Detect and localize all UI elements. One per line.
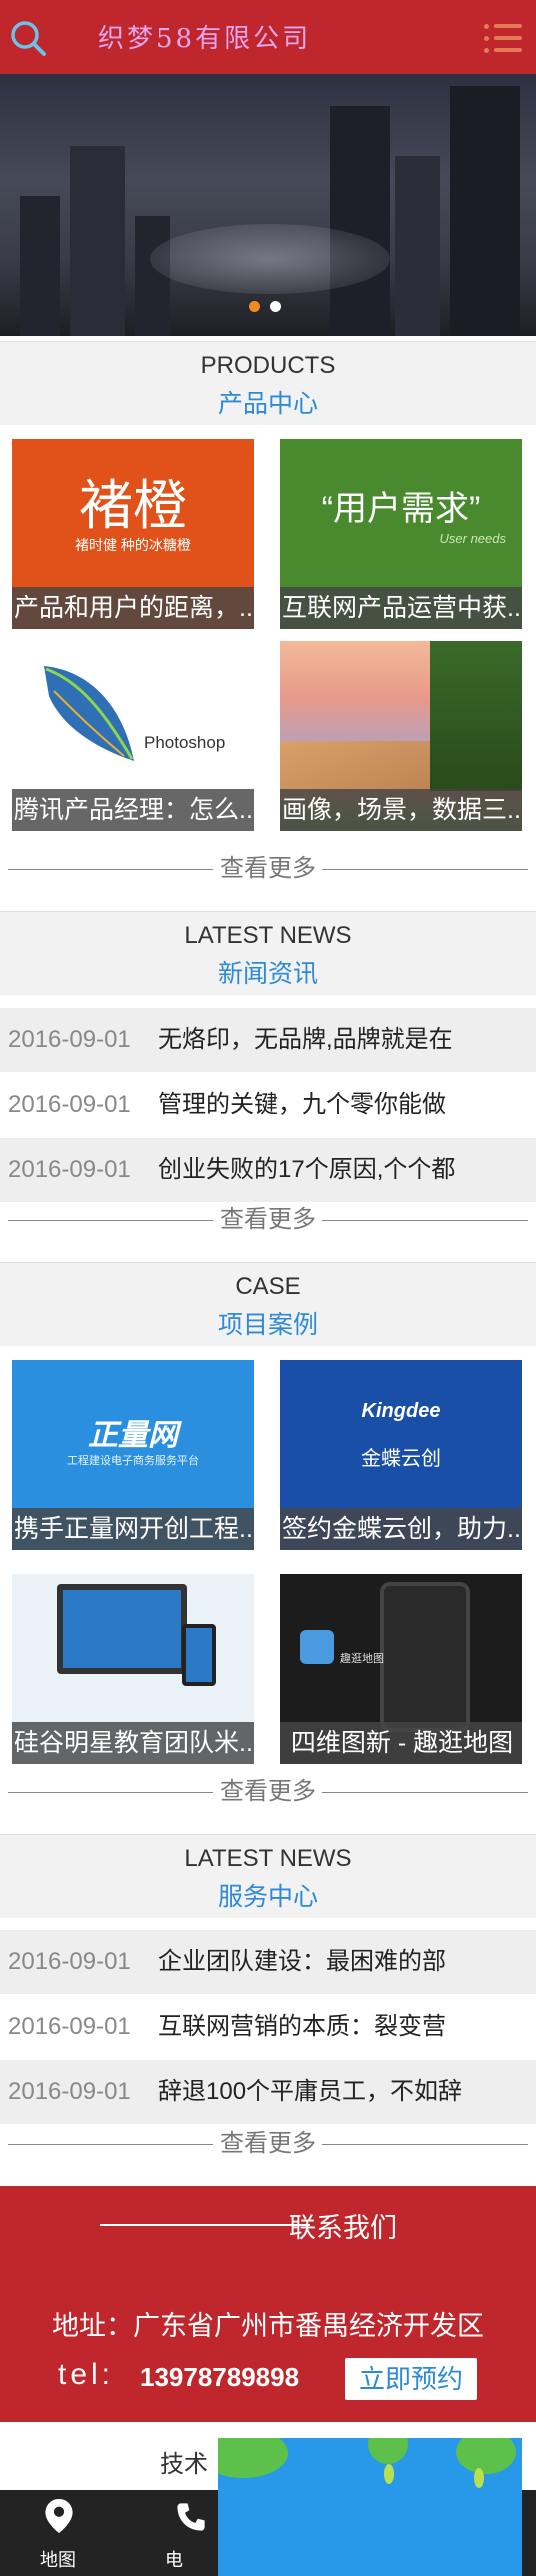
service-section-header: LATEST NEWS 服务中心 xyxy=(0,1834,536,1918)
card-image-text: “用户需求” xyxy=(321,490,481,528)
card-caption: 互联网产品运营中获... xyxy=(280,587,522,629)
hero-banner[interactable] xyxy=(0,74,536,336)
section-title-cn: 产品中心 xyxy=(217,390,318,418)
contact-title: 联系我们 xyxy=(0,2206,536,2245)
section-title-en: PRODUCTS xyxy=(200,352,336,379)
site-logo[interactable]: 织梦58有限公司 xyxy=(98,18,311,55)
card-image-text: Photoshop xyxy=(144,733,226,752)
nav-label: 电 xyxy=(165,2550,183,2570)
card-caption: 画像，场景，数据三... xyxy=(280,789,522,831)
card-image-subtext: 褚时健 种的冰糖橙 xyxy=(75,537,191,553)
more-link[interactable]: 查看更多 xyxy=(0,853,536,885)
case-section-header: CASE 项目案例 xyxy=(0,1262,536,1346)
phone-image xyxy=(380,1582,470,1732)
more-link[interactable]: 查看更多 xyxy=(0,1776,536,1808)
section-title-cn: 新闻资讯 xyxy=(217,960,318,988)
products-section-header: PRODUCTS 产品中心 xyxy=(0,341,536,425)
service-row[interactable]: 2016-09-01 企业团队建设：最困难的部 xyxy=(0,1930,536,1994)
popup-image[interactable] xyxy=(218,2438,522,2576)
card-caption: 签约金蝶云创，助力... xyxy=(280,1508,522,1550)
product-card[interactable]: Photoshop 腾讯产品经理：怎么... xyxy=(12,641,254,831)
feather-icon xyxy=(44,666,134,761)
case-card[interactable]: Kingdee 金蝶云创 签约金蝶云创，助力... xyxy=(280,1360,522,1550)
phone-icon xyxy=(177,2503,205,2531)
news-row[interactable]: 2016-09-01 无烙印，无品牌,品牌就是在 xyxy=(0,1008,536,1072)
news-date: 2016-09-01 xyxy=(8,1156,131,1183)
product-card[interactable]: 褚橙 褚时健 种的冰糖橙 产品和用户的距离，... xyxy=(12,439,254,629)
card-caption: 产品和用户的距离，... xyxy=(12,587,254,629)
card-caption: 携手正量网开创工程... xyxy=(12,1508,254,1550)
card-image-subtext: 工程建设电子商务服务平台 xyxy=(67,1455,199,1467)
product-card[interactable]: 画像，场景，数据三... xyxy=(280,641,522,831)
news-date: 2016-09-01 xyxy=(8,1948,131,1975)
news-section-header: LATEST NEWS 新闻资讯 xyxy=(0,911,536,995)
news-date: 2016-09-01 xyxy=(8,2013,131,2040)
news-title[interactable]: 创业失败的17个原因,个个都 xyxy=(158,1138,455,1202)
card-image-subtext: 金蝶云创 xyxy=(361,1448,441,1470)
news-title[interactable]: 企业团队建设：最困难的部 xyxy=(158,1930,446,1994)
card-image-text: 正量网 xyxy=(88,1419,178,1452)
book-now-button[interactable]: 立即预约 xyxy=(345,2358,477,2400)
tech-support-text: 技术 xyxy=(160,2451,208,2478)
more-link[interactable]: 查看更多 xyxy=(0,1204,536,1236)
service-more[interactable]: 查看更多 xyxy=(0,2128,536,2160)
news-date: 2016-09-01 xyxy=(8,2078,131,2105)
more-link[interactable]: 查看更多 xyxy=(0,2128,536,2160)
product-card[interactable]: “用户需求” User needs 互联网产品运营中获... xyxy=(280,439,522,629)
news-title[interactable]: 辞退100个平庸员工，不如辞 xyxy=(158,2060,462,2124)
section-title-en: LATEST NEWS xyxy=(184,1845,352,1872)
products-more[interactable]: 查看更多 xyxy=(0,853,536,885)
news-title[interactable]: 无烙印，无品牌,品牌就是在 xyxy=(158,1008,453,1072)
card-image-text: 趣逛地图 xyxy=(340,1653,384,1665)
carousel-dot[interactable] xyxy=(249,301,260,312)
app-header: 织梦58有限公司 xyxy=(0,0,536,74)
case-more[interactable]: 查看更多 xyxy=(0,1776,536,1808)
news-date: 2016-09-01 xyxy=(8,1091,131,1118)
case-card[interactable]: 趣逛地图 四维图新 - 趣逛地图 xyxy=(280,1574,522,1764)
map-app-icon xyxy=(300,1630,334,1664)
service-row[interactable]: 2016-09-01 辞退100个平庸员工，不如辞 xyxy=(0,2060,536,2124)
card-caption: 四维图新 - 趣逛地图 xyxy=(280,1722,522,1764)
case-card[interactable]: 硅谷明星教育团队米... xyxy=(12,1574,254,1764)
news-row[interactable]: 2016-09-01 创业失败的17个原因,个个都 xyxy=(0,1138,536,1202)
news-date: 2016-09-01 xyxy=(8,1026,131,1053)
nav-label: 地图 xyxy=(40,2550,76,2570)
contact-address: 地址：广东省广州市番禺经济开发区 xyxy=(52,2311,484,2341)
section-title-cn: 服务中心 xyxy=(217,1883,318,1911)
card-image-subtext: User needs xyxy=(439,531,506,546)
news-row[interactable]: 2016-09-01 管理的关键，九个零你能做 xyxy=(0,1073,536,1137)
nav-map[interactable]: 地图 xyxy=(8,2490,108,2576)
section-title-en: LATEST NEWS xyxy=(184,922,352,949)
carousel-dot[interactable] xyxy=(270,301,281,312)
contact-section: 联系我们 地址：广东省广州市番禺经济开发区 tel: 13978789898 立… xyxy=(0,2186,536,2422)
contact-title-text: 联系我们 xyxy=(289,2213,397,2243)
monitor-image xyxy=(57,1584,187,1674)
news-more[interactable]: 查看更多 xyxy=(0,1204,536,1236)
card-image-text: Kingdee xyxy=(361,1400,441,1422)
service-row[interactable]: 2016-09-01 互联网营销的本质：裂变营 xyxy=(0,1995,536,2059)
card-image-text: 褚橙 xyxy=(79,474,187,537)
section-title-en: CASE xyxy=(235,1273,301,1300)
phone-image xyxy=(182,1624,216,1686)
map-pin-icon xyxy=(45,2499,73,2533)
menu-icon[interactable] xyxy=(484,22,524,54)
nav-phone[interactable]: 电 xyxy=(140,2490,220,2576)
carousel-dots xyxy=(249,299,291,317)
search-icon[interactable] xyxy=(8,18,48,58)
tel-number[interactable]: 13978789898 xyxy=(140,2362,299,2393)
case-card[interactable]: 正量网 工程建设电子商务服务平台 携手正量网开创工程... xyxy=(12,1360,254,1550)
news-title[interactable]: 互联网营销的本质：裂变营 xyxy=(158,1995,446,2059)
card-caption: 硅谷明星教育团队米... xyxy=(12,1722,254,1764)
card-caption: 腾讯产品经理：怎么... xyxy=(12,789,254,831)
section-title-cn: 项目案例 xyxy=(217,1311,318,1339)
news-title[interactable]: 管理的关键，九个零你能做 xyxy=(158,1073,446,1137)
tel-label: tel: xyxy=(58,2358,115,2391)
